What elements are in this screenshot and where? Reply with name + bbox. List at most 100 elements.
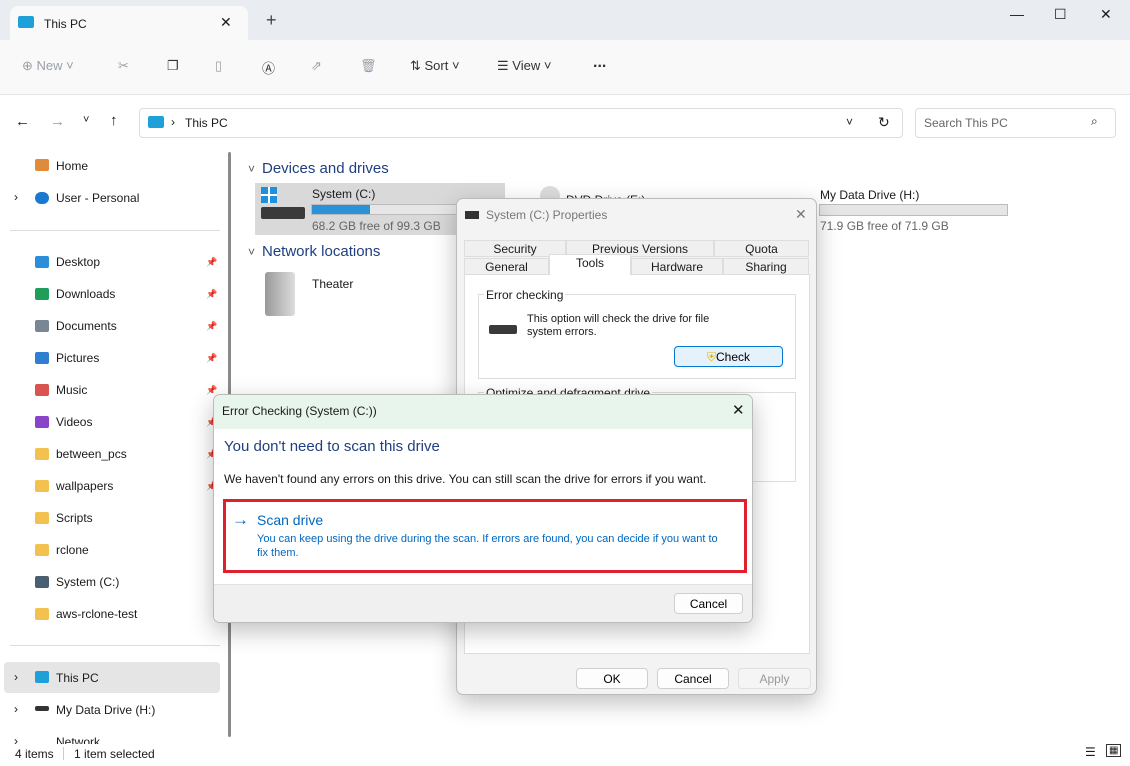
pin-icon: 📌	[206, 289, 218, 299]
close-window-button[interactable]: ✕	[1100, 6, 1112, 23]
tab-title: This PC	[44, 17, 87, 31]
more-button[interactable]: ...	[593, 54, 606, 72]
view-label: View	[512, 58, 541, 73]
sidebar-label: This PC	[56, 671, 99, 685]
folder-icon	[35, 416, 49, 428]
group-label: Error checking	[484, 288, 566, 302]
folder-icon	[35, 480, 49, 492]
expand-icon[interactable]: ›	[14, 702, 18, 716]
expand-icon[interactable]: ›	[14, 190, 18, 204]
copy-icon[interactable]: ❐	[167, 58, 179, 74]
check-label: Check	[716, 350, 751, 364]
sidebar-item-home[interactable]: Home	[56, 159, 88, 173]
pin-icon: 📌	[206, 257, 218, 267]
new-button[interactable]: ⊕ New ˅	[22, 58, 74, 74]
sidebar-item-my-data-drive[interactable]: My Data Drive (H:)	[56, 703, 155, 717]
sidebar-item-user-personal[interactable]: User - Personal	[56, 191, 139, 205]
tab-hardware[interactable]: Hardware	[631, 258, 723, 275]
apply-button[interactable]: Apply	[738, 668, 811, 689]
forward-icon[interactable]: →	[50, 113, 65, 130]
up-icon[interactable]: ↑	[110, 112, 118, 129]
arrow-right-icon: →	[232, 510, 249, 529]
new-tab-button[interactable]: +	[266, 10, 277, 31]
folder-icon	[35, 384, 49, 396]
folder-icon	[35, 288, 49, 300]
share-icon[interactable]: ⇗	[311, 58, 322, 74]
tiles-view-icon[interactable]: ▦	[1106, 744, 1122, 757]
group-header-network[interactable]: Network locations	[262, 243, 380, 260]
sidebar-item[interactable]: aws-rclone-test	[56, 607, 137, 621]
pc-icon	[35, 671, 49, 683]
media-server-icon	[265, 272, 295, 316]
tab-quota[interactable]: Quota	[714, 240, 809, 257]
sidebar-item[interactable]: Desktop	[56, 255, 100, 269]
scan-drive-title: Scan drive	[257, 512, 324, 528]
tab-this-pc[interactable]: This PC ✕	[10, 6, 248, 40]
drive-icon	[35, 706, 49, 711]
rename-icon[interactable]: Ⓐ	[262, 58, 275, 77]
close-tab-icon[interactable]: ✕	[220, 14, 232, 31]
address-bar[interactable]: › This PC ˅ ↻	[139, 108, 903, 138]
dialog-heading: You don't need to scan this drive	[224, 438, 440, 455]
pc-icon	[18, 16, 34, 28]
tab-general[interactable]: General	[464, 258, 549, 275]
chevron-down-icon[interactable]: ˅	[248, 245, 255, 259]
scan-drive-option[interactable]: → Scan drive You can keep using the driv…	[223, 499, 747, 573]
folder-icon	[35, 448, 49, 460]
dialog-message: We haven't found any errors on this driv…	[224, 472, 707, 486]
folder-icon	[35, 352, 49, 364]
sidebar-item[interactable]: Pictures	[56, 351, 99, 365]
sidebar-item[interactable]: Music	[56, 383, 87, 397]
sidebar-item[interactable]: Videos	[56, 415, 92, 429]
details-view-icon[interactable]: ☰	[1085, 745, 1096, 759]
chevron-down-icon[interactable]: ˅	[846, 115, 853, 129]
expand-icon[interactable]: ›	[14, 670, 18, 684]
drive-icon	[489, 325, 517, 334]
dialog-footer	[214, 584, 752, 622]
error-checking-text: This option will check the drive for fil…	[527, 313, 710, 338]
close-icon[interactable]: ✕	[795, 206, 807, 223]
home-icon	[35, 159, 49, 171]
sidebar-item[interactable]: Documents	[56, 319, 117, 333]
sort-label: Sort	[424, 58, 449, 73]
folder-icon	[35, 256, 49, 268]
chevron-down-icon[interactable]: ˅	[248, 162, 255, 176]
cancel-button[interactable]: Cancel	[674, 593, 743, 614]
drive-tile-my-data-drive[interactable]: My Data Drive (H:) 71.9 GB free of 71.9 …	[815, 185, 1015, 235]
folder-icon	[35, 576, 49, 588]
status-item-count: 4 items	[15, 747, 54, 761]
sidebar-item[interactable]: between_pcs	[56, 447, 127, 461]
status-selection: 1 item selected	[74, 747, 155, 761]
cancel-button[interactable]: Cancel	[657, 668, 729, 689]
ok-button[interactable]: OK	[576, 668, 648, 689]
usage-bar	[819, 204, 1008, 216]
delete-icon[interactable]: 🗑	[360, 58, 377, 74]
pin-icon: 📌	[206, 353, 218, 363]
expand-icon[interactable]: ›	[14, 734, 18, 748]
paste-icon[interactable]: ▯	[215, 58, 222, 74]
back-icon[interactable]: ←	[15, 113, 30, 130]
address-path: This PC	[185, 116, 228, 130]
sidebar-item[interactable]: Downloads	[56, 287, 115, 301]
drive-name: My Data Drive (H:)	[820, 188, 920, 202]
sidebar-item[interactable]: rclone	[56, 543, 89, 557]
sidebar-item[interactable]: Scripts	[56, 511, 93, 525]
group-header-devices[interactable]: Devices and drives	[262, 160, 389, 177]
view-button[interactable]: ☰ View ˅	[497, 58, 551, 74]
sidebar-item[interactable]: System (C:)	[56, 575, 119, 589]
search-box[interactable]: Search This PC ⌕	[915, 108, 1116, 138]
tab-tools[interactable]: Tools	[549, 254, 631, 275]
check-button[interactable]: ⛨Check	[674, 346, 783, 367]
network-item-theater[interactable]: Theater	[312, 277, 353, 291]
sort-button[interactable]: ⇅ Sort ˅	[410, 58, 460, 74]
recent-icon[interactable]: ˅	[83, 114, 89, 126]
close-icon[interactable]: ✕	[732, 401, 745, 419]
sidebar-item[interactable]: wallpapers	[56, 479, 113, 493]
divider	[10, 645, 220, 646]
sidebar-item-network[interactable]: Network	[56, 735, 100, 744]
tab-sharing[interactable]: Sharing	[723, 258, 809, 275]
refresh-icon[interactable]: ↻	[878, 114, 890, 131]
maximize-button[interactable]: ☐	[1054, 6, 1067, 23]
minimize-button[interactable]: —	[1010, 6, 1024, 22]
cut-icon[interactable]: ✂	[118, 58, 129, 74]
